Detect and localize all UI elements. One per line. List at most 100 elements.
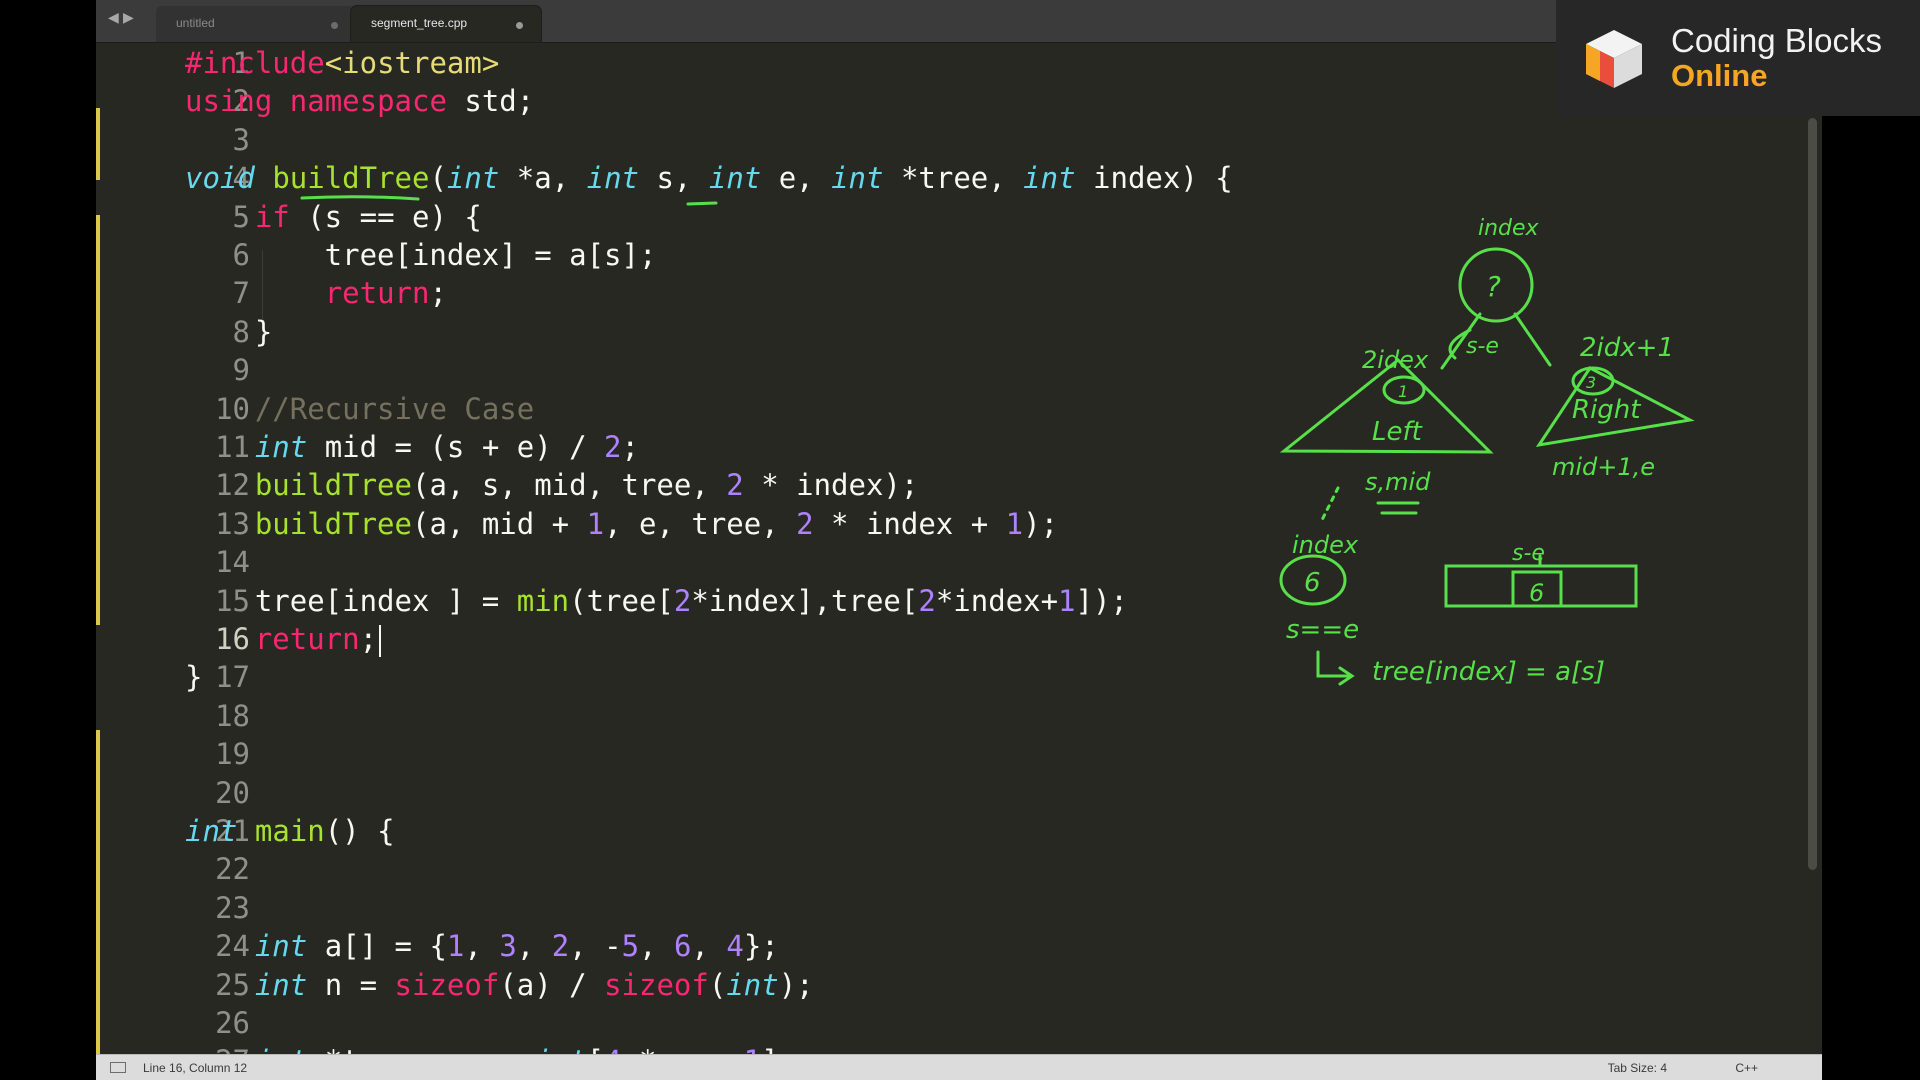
code-line[interactable]: buildTree(a, s, mid, tree, 2 * index); bbox=[185, 466, 919, 504]
code-token: tree[index] = a[s]; bbox=[185, 238, 657, 272]
code-token: index) { bbox=[1075, 161, 1233, 196]
code-token: ); bbox=[778, 967, 814, 1002]
status-bar: Line 16, Column 12 Tab Size: 4 C++ bbox=[96, 1054, 1822, 1080]
code-line[interactable]: int n = sizeof(a) / sizeof(int); bbox=[185, 966, 814, 1004]
tab-size-indicator[interactable]: Tab Size: 4 bbox=[1608, 1061, 1667, 1075]
code-token: min bbox=[516, 583, 570, 618]
code-token: 5 bbox=[621, 929, 640, 964]
code-line[interactable]: } bbox=[185, 313, 272, 351]
tab-segment-tree[interactable]: segment_tree.cpp bbox=[351, 6, 541, 42]
code-token: n = bbox=[307, 967, 395, 1002]
code-token: 2 bbox=[604, 430, 622, 464]
code-token: mid = (s + e) / bbox=[307, 430, 605, 464]
code-token: int bbox=[254, 430, 308, 464]
code-token: ; bbox=[621, 430, 639, 464]
code-token: tree[index ] = bbox=[185, 583, 517, 618]
code-token: int bbox=[586, 161, 640, 196]
code-token: (a, s, mid, tree, bbox=[411, 468, 727, 503]
code-token: main bbox=[254, 814, 325, 848]
forward-arrow-icon[interactable]: ▶ bbox=[123, 10, 134, 26]
line-number[interactable]: 9 bbox=[170, 351, 250, 389]
line-number[interactable]: 14 bbox=[170, 543, 250, 581]
line-number[interactable]: 23 bbox=[170, 889, 250, 927]
code-token: *a, bbox=[499, 161, 587, 196]
code-token: 3 bbox=[499, 929, 517, 964]
code-token: (a, mid + bbox=[411, 506, 587, 541]
code-token: *index],tree[ bbox=[691, 583, 919, 618]
tab-label: untitled bbox=[176, 16, 215, 30]
code-line[interactable]: int mid = (s + e) / 2; bbox=[185, 428, 639, 466]
code-line[interactable]: //Recursive Case bbox=[185, 390, 534, 428]
code-line[interactable]: return; bbox=[185, 620, 382, 658]
code-token: if bbox=[254, 199, 290, 234]
line-number[interactable]: 3 bbox=[170, 121, 250, 159]
modified-marker bbox=[96, 730, 100, 1054]
line-number[interactable]: 17 bbox=[170, 658, 250, 696]
code-token: int bbox=[726, 967, 779, 1002]
code-line[interactable]: int a[] = {1, 3, 2, -5, 6, 4}; bbox=[185, 927, 779, 965]
code-token: *tree, bbox=[883, 161, 1024, 196]
coding-blocks-logo: Coding Blocks Online bbox=[1556, 0, 1920, 116]
code-token: sizeof bbox=[394, 967, 500, 1002]
text-cursor bbox=[379, 625, 382, 657]
code-line[interactable]: tree[index ] = min(tree[2*index],tree[2*… bbox=[185, 582, 1128, 620]
code-token: e, bbox=[761, 161, 832, 196]
code-token: , bbox=[516, 929, 552, 964]
cursor-position[interactable]: Line 16, Column 12 bbox=[143, 1061, 247, 1075]
line-number[interactable]: 22 bbox=[170, 850, 250, 888]
code-token: ( bbox=[708, 967, 727, 1002]
code-token: * index); bbox=[743, 468, 919, 503]
tab-label: segment_tree.cpp bbox=[371, 16, 468, 30]
code-token: namespace bbox=[289, 84, 447, 119]
panel-toggle-icon[interactable] bbox=[110, 1062, 126, 1073]
code-token: , e, tree, bbox=[604, 506, 797, 541]
code-token: using bbox=[185, 84, 273, 119]
unsaved-dot-icon[interactable] bbox=[331, 22, 338, 29]
code-line[interactable]: return; bbox=[185, 274, 447, 312]
code-line[interactable]: #include<iostream> bbox=[185, 44, 499, 82]
code-line[interactable]: void buildTree(int *a, int s, int e, int… bbox=[185, 159, 1233, 197]
back-arrow-icon[interactable]: ◀ bbox=[108, 10, 119, 26]
code-token: int bbox=[831, 161, 884, 196]
code-token: sizeof bbox=[604, 967, 709, 1002]
code-line[interactable]: if (s == e) { bbox=[185, 198, 482, 236]
logo-title: Coding Blocks bbox=[1671, 22, 1882, 59]
syntax-indicator[interactable]: C++ bbox=[1735, 1061, 1758, 1075]
line-number[interactable]: 19 bbox=[170, 735, 250, 773]
tab-untitled[interactable]: untitled bbox=[156, 6, 356, 42]
line-number[interactable]: 18 bbox=[170, 697, 250, 735]
code-token: ( bbox=[429, 161, 447, 196]
code-token: ; bbox=[359, 622, 378, 656]
modified-marker bbox=[96, 108, 100, 180]
code-line[interactable]: tree[index] = a[s]; bbox=[185, 236, 657, 274]
code-line[interactable]: buildTree(a, mid + 1, e, tree, 2 * index… bbox=[185, 505, 1058, 543]
code-token: #include bbox=[185, 46, 325, 80]
code-token: } bbox=[185, 660, 203, 695]
code-line[interactable]: } bbox=[185, 658, 202, 696]
code-line[interactable]: using namespace std; bbox=[185, 82, 534, 120]
cube-logo-icon bbox=[1586, 30, 1642, 88]
code-line[interactable]: int main() { bbox=[185, 812, 395, 850]
unsaved-dot-icon[interactable] bbox=[516, 22, 523, 29]
code-token: ; bbox=[429, 276, 447, 311]
line-number[interactable]: 20 bbox=[170, 774, 250, 812]
code-token: 6 bbox=[673, 929, 692, 964]
code-token: 2 bbox=[796, 506, 814, 541]
code-token: int bbox=[185, 814, 238, 848]
logo-subtitle: Online bbox=[1671, 58, 1768, 93]
code-token: ]); bbox=[1075, 583, 1128, 618]
scrollbar-thumb[interactable] bbox=[1808, 118, 1817, 870]
code-token: 2 bbox=[918, 583, 936, 618]
code-token: 2 bbox=[551, 929, 570, 964]
code-token: int bbox=[254, 967, 308, 1002]
code-token: () { bbox=[324, 814, 395, 848]
line-number[interactable]: 26 bbox=[170, 1004, 250, 1042]
